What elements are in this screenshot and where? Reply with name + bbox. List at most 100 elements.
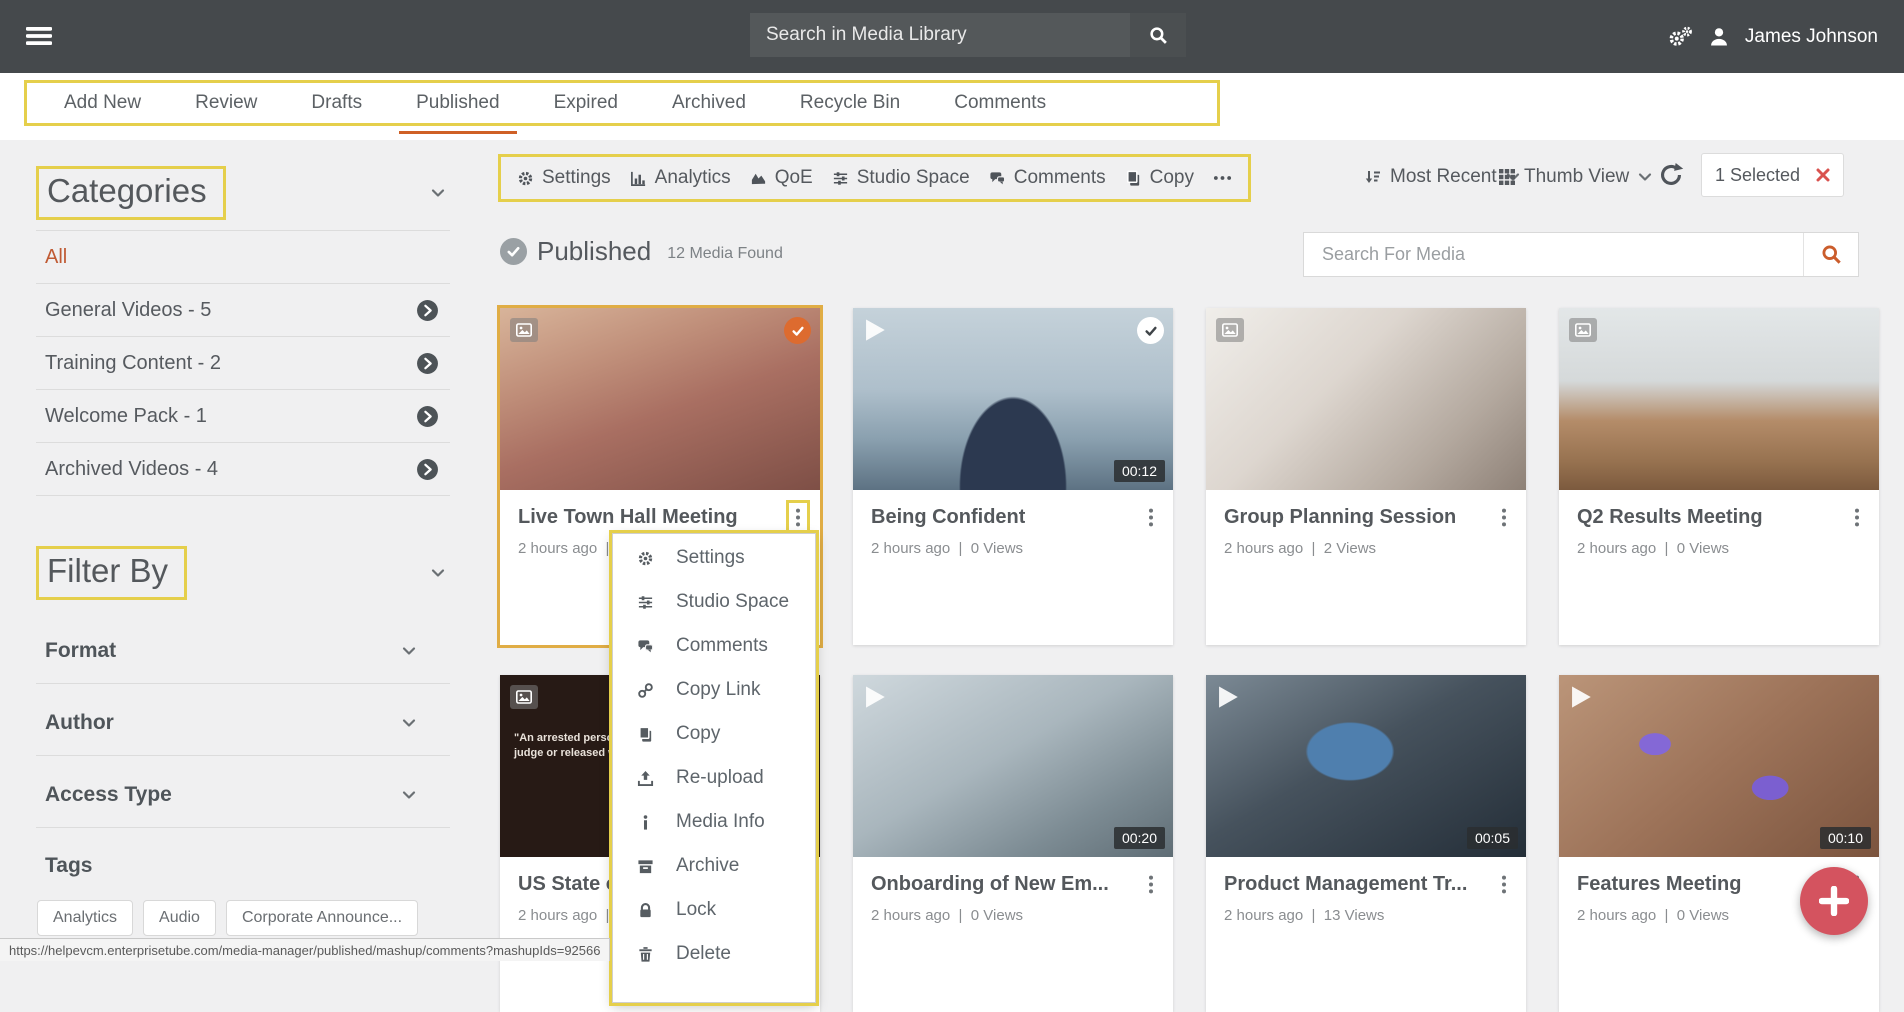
filter-section-format[interactable]: Format (36, 612, 450, 684)
tab-comments[interactable]: Comments (927, 83, 1073, 123)
kebab-menu-icon[interactable] (1853, 508, 1861, 527)
media-thumbnail[interactable] (1559, 308, 1879, 490)
kebab-menu-icon[interactable] (794, 508, 802, 527)
menu-item-comments[interactable]: Comments (613, 624, 815, 668)
media-thumbnail[interactable] (1206, 308, 1526, 490)
tab-add-new[interactable]: Add New (37, 83, 168, 123)
chevron-down-icon[interactable] (430, 565, 446, 581)
tab-review[interactable]: Review (168, 83, 284, 123)
media-title[interactable]: Q2 Results Meeting (1577, 506, 1763, 529)
category-item-all[interactable]: All (36, 231, 450, 284)
arrow-circle-right-icon[interactable] (416, 352, 439, 375)
menu-item-media-info[interactable]: Media Info (613, 800, 815, 844)
menu-item-copy[interactable]: Copy (613, 712, 815, 756)
arrow-circle-right-icon[interactable] (416, 299, 439, 322)
media-thumbnail[interactable]: 00:20 (853, 675, 1173, 857)
media-thumbnail[interactable]: 00:10 (1559, 675, 1879, 857)
toolbar-studio-space-button[interactable]: Studio Space (832, 167, 970, 189)
category-item-archived-videos[interactable]: Archived Videos - 4 (36, 443, 450, 496)
arrow-circle-right-icon[interactable] (416, 405, 439, 428)
menu-item-lock[interactable]: Lock (613, 888, 815, 932)
toolbar-qoe-button[interactable]: QoE (750, 167, 813, 189)
media-title[interactable]: Live Town Hall Meeting (518, 506, 738, 529)
menu-item-archive[interactable]: Archive (613, 844, 815, 888)
selected-check-icon[interactable] (784, 317, 811, 344)
tag-chip-corporate-announce[interactable]: Corporate Announce... (226, 900, 418, 936)
global-search-button[interactable] (1130, 13, 1186, 57)
hover-check-icon[interactable] (1137, 317, 1164, 344)
categories-header[interactable]: Categories (36, 166, 490, 220)
kebab-menu-icon[interactable] (1500, 508, 1508, 527)
filter-label: Format (45, 639, 116, 663)
media-card-onboarding[interactable]: 00:20 Onboarding of New Em... 2 hours ag… (853, 675, 1173, 1012)
menu-item-studio-space[interactable]: Studio Space (613, 580, 815, 624)
menu-item-label: Copy (676, 723, 720, 745)
menu-item-label: Archive (676, 855, 739, 877)
filter-section-access-type[interactable]: Access Type (36, 756, 450, 828)
media-card-features-meeting[interactable]: 00:10 Features Meeting 2 hours ago | 0 V… (1559, 675, 1879, 1012)
media-card-product-management[interactable]: 00:05 Product Management Tr... 2 hours a… (1206, 675, 1526, 1012)
media-card-q2-results[interactable]: Q2 Results Meeting 2 hours ago | 0 Views (1559, 308, 1879, 645)
card-info: Product Management Tr... 2 hours ago | 1… (1206, 857, 1526, 924)
toolbar-comments-button[interactable]: Comments (989, 167, 1106, 189)
kebab-menu-icon[interactable] (1500, 875, 1508, 894)
filter-by-title: Filter By (36, 546, 187, 600)
media-search-button[interactable] (1803, 233, 1858, 276)
media-title[interactable]: Product Management Tr... (1224, 873, 1467, 896)
duration-badge: 00:20 (1114, 827, 1165, 849)
user-name[interactable]: James Johnson (1745, 26, 1878, 48)
media-title[interactable]: Being Confident (871, 506, 1025, 529)
filter-label: Access Type (45, 783, 172, 807)
tab-drafts[interactable]: Drafts (284, 83, 389, 123)
menu-item-delete[interactable]: Delete (613, 932, 815, 976)
arrow-circle-right-icon[interactable] (416, 458, 439, 481)
media-thumbnail[interactable]: 00:05 (1206, 675, 1526, 857)
media-thumbnail[interactable] (500, 308, 820, 490)
category-item-welcome-pack[interactable]: Welcome Pack - 1 (36, 390, 450, 443)
settings-gears-icon[interactable] (1667, 26, 1693, 48)
refresh-icon[interactable] (1658, 162, 1684, 188)
media-title[interactable]: Onboarding of New Em... (871, 873, 1109, 896)
tab-published[interactable]: Published (389, 83, 526, 123)
media-thumbnail[interactable]: 00:12 (853, 308, 1173, 490)
toolbar-label: Analytics (655, 167, 731, 189)
add-media-fab[interactable] (1800, 867, 1868, 935)
menu-item-re-upload[interactable]: Re-upload (613, 756, 815, 800)
lock-icon (637, 902, 654, 919)
menu-item-copy-link[interactable]: Copy Link (613, 668, 815, 712)
toolbar-analytics-button[interactable]: Analytics (630, 167, 731, 189)
category-item-general-videos[interactable]: General Videos - 5 (36, 284, 450, 337)
media-title[interactable]: Features Meeting (1577, 873, 1741, 896)
toolbar-settings-button[interactable]: Settings (517, 167, 611, 189)
categories-title: Categories (36, 166, 226, 220)
tab-expired[interactable]: Expired (527, 83, 645, 123)
ellipsis-icon (1213, 175, 1232, 181)
tab-recycle-bin[interactable]: Recycle Bin (773, 83, 927, 123)
media-search-input[interactable] (1304, 233, 1803, 276)
filter-by-header[interactable]: Filter By (36, 546, 490, 600)
media-card-group-planning[interactable]: Group Planning Session 2 hours ago | 2 V… (1206, 308, 1526, 645)
media-card-being-confident[interactable]: 00:12 Being Confident 2 hours ago | 0 Vi… (853, 308, 1173, 645)
card-info: Q2 Results Meeting 2 hours ago | 0 Views (1559, 490, 1879, 557)
view-dropdown[interactable]: Thumb View (1498, 166, 1653, 188)
hamburger-menu-icon[interactable] (26, 26, 52, 46)
tab-archived[interactable]: Archived (645, 83, 773, 123)
media-title[interactable]: Group Planning Session (1224, 506, 1456, 529)
clear-selection-icon[interactable] (1816, 168, 1830, 182)
menu-item-settings[interactable]: Settings (613, 536, 815, 580)
archive-icon (637, 858, 654, 875)
toolbar-copy-button[interactable]: Copy (1125, 167, 1194, 189)
chevron-down-icon[interactable] (430, 185, 446, 201)
user-avatar-icon[interactable] (1708, 26, 1730, 48)
kebab-menu-icon[interactable] (1147, 508, 1155, 527)
tabs-highlight-box: Add New Review Drafts Published Expired … (24, 80, 1220, 126)
tag-chip-analytics[interactable]: Analytics (37, 900, 133, 936)
kebab-menu-icon[interactable] (1147, 875, 1155, 894)
toolbar-more-button[interactable] (1213, 175, 1232, 181)
play-icon (862, 317, 888, 343)
tag-chip-audio[interactable]: Audio (143, 900, 216, 936)
filter-section-author[interactable]: Author (36, 684, 450, 756)
category-item-training-content[interactable]: Training Content - 2 (36, 337, 450, 390)
global-search-input[interactable] (750, 13, 1130, 57)
category-label: Archived Videos - 4 (45, 458, 218, 481)
